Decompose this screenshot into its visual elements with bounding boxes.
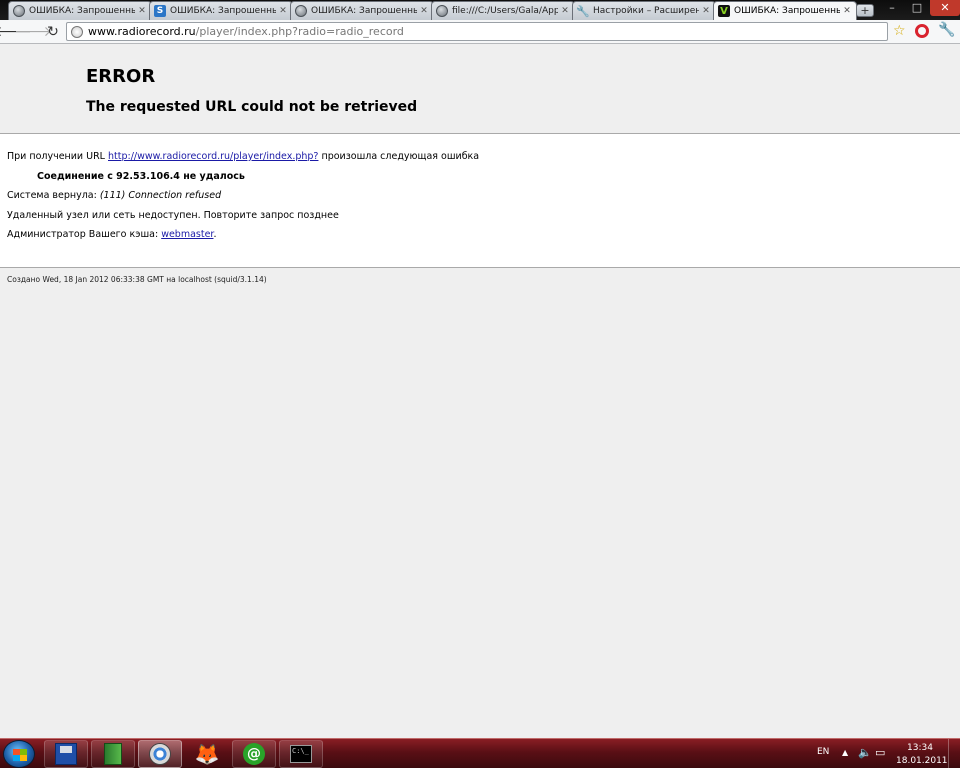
system-error-text: (111) Connection refused <box>99 190 222 201</box>
taskbar-app-mail[interactable]: @ <box>232 740 276 768</box>
maximize-button[interactable]: □ <box>905 0 929 16</box>
show-desktop-button[interactable] <box>948 739 960 768</box>
tab-5[interactable]: 🔧 Настройки – Расширени ✕ <box>572 1 716 20</box>
tab-close-icon[interactable]: ✕ <box>842 6 852 16</box>
error-subtitle: The requested URL could not be retrieved <box>86 99 418 115</box>
start-button[interactable] <box>3 740 35 768</box>
minimize-button[interactable]: – <box>880 0 904 16</box>
taskbar-app-save[interactable] <box>44 740 88 768</box>
page-content: ERROR The requested URL could not be ret… <box>0 45 960 738</box>
at-icon: @ <box>243 743 265 765</box>
chrome-icon <box>149 743 171 765</box>
tab-close-icon[interactable]: ✕ <box>278 6 288 16</box>
address-bar[interactable]: www.radiorecord.ru/player/index.php?radi… <box>66 22 888 41</box>
forward-button[interactable]: 🡒 <box>14 22 52 42</box>
taskbar-app-chrome[interactable] <box>138 740 182 768</box>
text: . <box>213 229 217 240</box>
volume-icon[interactable]: 🔈 <box>858 746 872 759</box>
error-url-line: При получении URL http://www.radiorecord… <box>7 151 479 162</box>
text: произошла следующая ошибка <box>318 151 480 162</box>
globe-icon <box>13 5 25 17</box>
page-icon <box>71 25 83 38</box>
taskbar-app-book[interactable] <box>91 740 135 768</box>
host-unreachable-text: Удаленный узел или сеть недоступен. Повт… <box>7 210 339 221</box>
text: Администратор Вашего кэша: <box>7 229 162 240</box>
new-tab-button[interactable]: + <box>856 4 874 17</box>
tab-label: file:///C:/Users/Gala/AppD <box>452 6 558 16</box>
requested-url-link[interactable]: http://www.radiorecord.ru/player/index.p… <box>108 151 318 162</box>
tab-close-icon[interactable]: ✕ <box>701 6 711 16</box>
browser-toolbar: 🡐 🡒 ↻ www.radiorecord.ru/player/index.ph… <box>0 20 960 44</box>
error-title: ERROR <box>86 66 156 87</box>
tab-label: ОШИБКА: Запрошенный <box>170 6 276 16</box>
error-header: ERROR The requested URL could not be ret… <box>0 45 960 133</box>
tab-4[interactable]: file:///C:/Users/Gala/AppD ✕ <box>431 1 575 20</box>
close-window-button[interactable]: ✕ <box>930 0 960 16</box>
wrench-icon: 🔧 <box>576 4 590 18</box>
tab-1[interactable]: ОШИБКА: Запрошенный ✕ <box>8 1 152 20</box>
system-returned-line: Система вернула: (111) Connection refuse… <box>7 190 221 201</box>
taskbar: 🦊 @ C:\_ EN ▲ 🔈 ▭ 13:34 18.01.2011 <box>0 738 960 768</box>
show-hidden-icons-icon[interactable]: ▲ <box>842 748 848 757</box>
tab-close-icon[interactable]: ✕ <box>560 6 570 16</box>
extension-icon[interactable] <box>915 24 929 38</box>
fox-icon: 🦊 <box>194 742 220 766</box>
language-indicator[interactable]: EN <box>817 747 829 757</box>
clock-date[interactable]: 18.01.2011 <box>896 756 948 766</box>
clock-time[interactable]: 13:34 <box>900 743 940 753</box>
taskbar-app-cmd[interactable]: C:\_ <box>279 740 323 768</box>
text: Система вернула: <box>7 190 100 201</box>
network-icon[interactable]: ▭ <box>875 746 885 759</box>
reload-icon: ↻ <box>47 23 59 40</box>
webmaster-link[interactable]: webmaster <box>161 229 213 240</box>
tab-close-icon[interactable]: ✕ <box>137 6 147 16</box>
tab-label: ОШИБКА: Запрошенный <box>29 6 135 16</box>
windows-logo-icon-lower <box>13 755 27 761</box>
text: При получении URL <box>7 151 108 162</box>
cmd-icon: C:\_ <box>290 745 312 763</box>
tab-label: ОШИБКА: Запрошенный <box>311 6 417 16</box>
tab-label: ОШИБКА: Запрошенный <box>734 6 840 16</box>
tab-2[interactable]: S ОШИБКА: Запрошенный ✕ <box>149 1 293 20</box>
url-host: www.radiorecord.ru <box>88 25 196 38</box>
v-icon: V <box>718 5 730 17</box>
tab-3[interactable]: ОШИБКА: Запрошенный ✕ <box>290 1 434 20</box>
globe-icon <box>295 5 307 17</box>
tab-close-icon[interactable]: ✕ <box>419 6 429 16</box>
globe-icon <box>436 5 448 17</box>
book-icon <box>104 743 122 765</box>
floppy-icon <box>55 743 77 765</box>
admin-line: Администратор Вашего кэша: webmaster. <box>7 229 217 240</box>
taskbar-app-fox[interactable]: 🦊 <box>185 740 229 768</box>
connection-failed-text: Соединение с 92.53.106.4 не удалось <box>37 171 245 182</box>
s-icon: S <box>154 5 166 17</box>
wrench-menu-icon[interactable]: 🔧 <box>938 22 955 38</box>
reload-button[interactable]: ↻ <box>43 22 63 42</box>
tab-6-active[interactable]: V ОШИБКА: Запрошенный ✕ <box>713 1 857 20</box>
tab-strip: ОШИБКА: Запрошенный ✕ S ОШИБКА: Запрошен… <box>0 0 960 20</box>
url-path: /player/index.php?radio=radio_record <box>195 25 404 38</box>
bookmark-star-icon[interactable]: ☆ <box>893 23 906 39</box>
error-body: При получении URL http://www.radiorecord… <box>0 133 960 268</box>
generated-footer: Создано Wed, 18 Jan 2012 06:33:38 GMT на… <box>7 275 267 284</box>
tab-label: Настройки – Расширени <box>593 6 699 16</box>
